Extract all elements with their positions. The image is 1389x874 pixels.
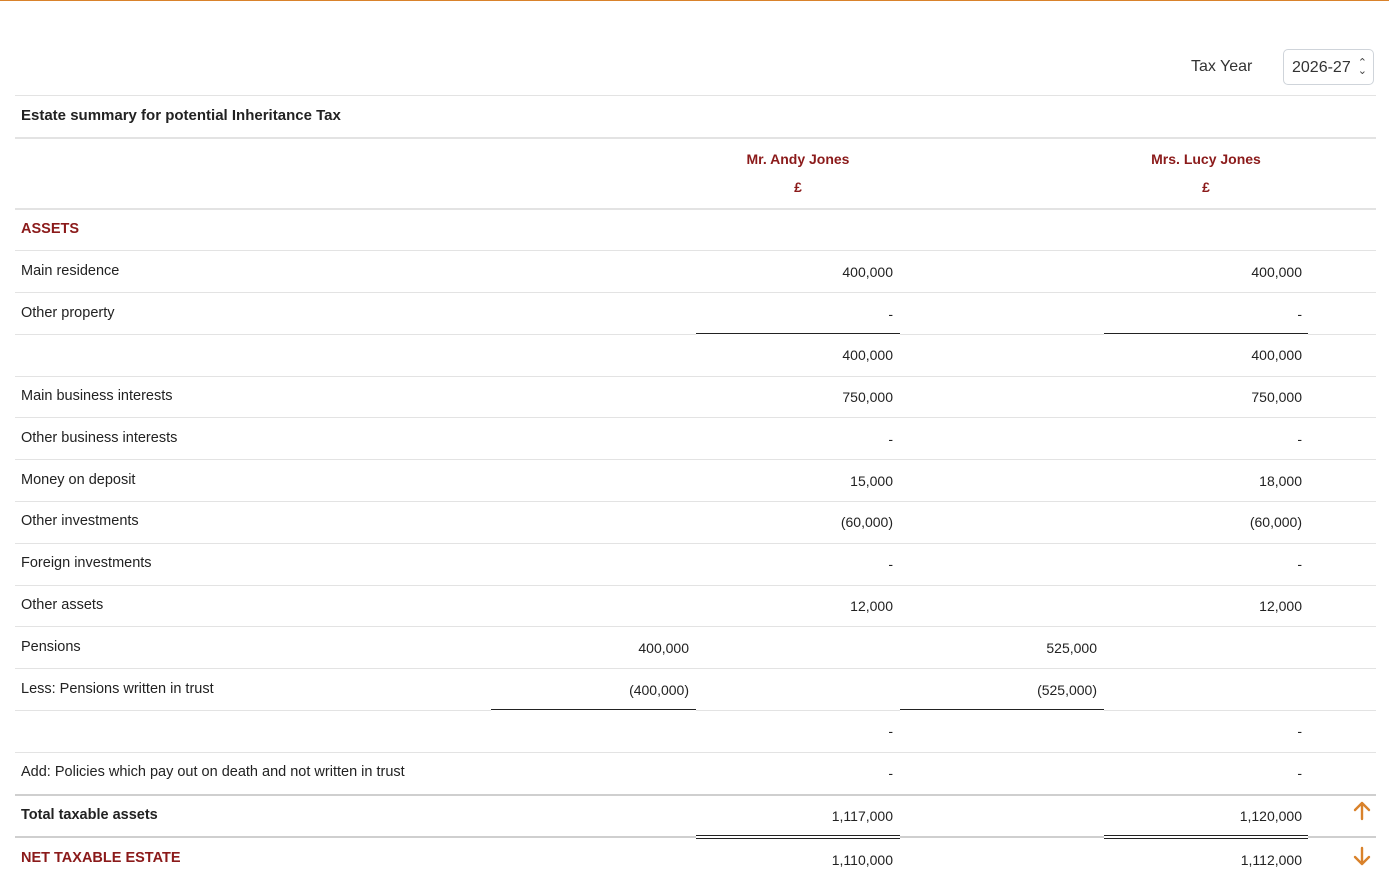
- currency-lucy: £: [1202, 179, 1210, 195]
- divider: [15, 250, 1376, 251]
- divider: [900, 836, 1104, 838]
- value-andy: -: [888, 306, 893, 322]
- row-label-main-business: Main business interests: [21, 388, 173, 404]
- chevron-updown-icon: ⌃ ⌄: [1357, 57, 1367, 77]
- value-andy-sub: 400,000: [638, 640, 689, 656]
- value-lucy: -: [1297, 765, 1302, 781]
- divider: [15, 137, 1376, 139]
- row-label-policies: Add: Policies which pay out on death and…: [21, 764, 405, 780]
- divider: [15, 417, 1376, 418]
- divider: [15, 585, 1376, 586]
- divider: [1104, 710, 1376, 711]
- divider: [15, 95, 1376, 96]
- value-lucy: 400,000: [1251, 264, 1302, 280]
- row-label-foreign-investments: Foreign investments: [21, 555, 152, 571]
- value-andy-total: 1,117,000: [831, 808, 893, 824]
- column-header-lucy: Mrs. Lucy Jones: [1151, 151, 1261, 167]
- value-lucy: -: [1297, 556, 1302, 572]
- divider: [15, 668, 1376, 669]
- value-lucy: (60,000): [1249, 514, 1302, 530]
- tax-year-value: 2026-27: [1292, 59, 1351, 76]
- divider: [1308, 836, 1376, 838]
- row-label-other-assets: Other assets: [21, 597, 104, 613]
- value-andy: -: [888, 723, 893, 739]
- divider: [15, 543, 1376, 544]
- value-andy: 400,000: [842, 264, 893, 280]
- row-label-other-property: Other property: [21, 305, 115, 321]
- value-andy: -: [888, 556, 893, 572]
- divider: [15, 208, 1376, 210]
- divider: [15, 710, 491, 711]
- value-lucy: 12,000: [1259, 598, 1302, 614]
- divider: [696, 710, 900, 711]
- value-andy: (60,000): [840, 514, 893, 530]
- divider: [15, 376, 1376, 377]
- divider: [15, 501, 1376, 502]
- divider: [15, 626, 1376, 627]
- subtotal-rule: [1104, 333, 1308, 334]
- divider: [15, 459, 1376, 460]
- divider: [15, 836, 696, 838]
- row-label-pensions-trust: Less: Pensions written in trust: [21, 681, 214, 697]
- subtotal-rule: [696, 333, 900, 334]
- value-andy: -: [888, 431, 893, 447]
- tax-year-select[interactable]: 2026-27 ⌃ ⌄: [1283, 49, 1374, 85]
- value-lucy-sub: (525,000): [1037, 682, 1097, 698]
- row-label-total-taxable: Total taxable assets: [21, 807, 158, 823]
- value-lucy: -: [1297, 431, 1302, 447]
- value-lucy: 18,000: [1259, 473, 1302, 489]
- divider: [15, 752, 1376, 753]
- divider: [15, 794, 1376, 796]
- top-accent-rule: [0, 0, 1389, 1]
- value-lucy-total: 1,120,000: [1239, 808, 1302, 824]
- arrow-up-icon[interactable]: [1352, 801, 1372, 827]
- row-label-net-estate: NET TAXABLE ESTATE: [21, 850, 181, 866]
- value-lucy: 400,000: [1251, 347, 1302, 363]
- subtotal-rule: [900, 709, 1104, 710]
- value-andy: 400,000: [842, 347, 893, 363]
- row-label-pensions: Pensions: [21, 639, 81, 655]
- row-label-other-business: Other business interests: [21, 430, 178, 446]
- divider: [900, 334, 1104, 335]
- total-double-rule: [1104, 835, 1308, 839]
- value-andy: 750,000: [842, 389, 893, 405]
- tax-year-label: Tax Year: [1191, 58, 1253, 75]
- divider: [1308, 334, 1376, 335]
- table-title: Estate summary for potential Inheritance…: [21, 107, 341, 124]
- row-label-main-residence: Main residence: [21, 263, 120, 279]
- value-andy-net: 1,110,000: [831, 852, 893, 868]
- divider: [15, 334, 696, 335]
- value-andy-sub: (400,000): [629, 682, 689, 698]
- value-lucy: -: [1297, 723, 1302, 739]
- row-label-other-investments: Other investments: [21, 513, 139, 529]
- value-lucy-sub: 525,000: [1046, 640, 1097, 656]
- currency-andy: £: [794, 179, 802, 195]
- subtotal-rule: [491, 709, 696, 710]
- value-andy: 15,000: [850, 473, 893, 489]
- row-label-money-deposit: Money on deposit: [21, 472, 136, 488]
- value-andy: 12,000: [850, 598, 893, 614]
- section-assets: ASSETS: [21, 221, 80, 237]
- divider: [15, 292, 1376, 293]
- value-lucy: -: [1297, 306, 1302, 322]
- value-andy: -: [888, 765, 893, 781]
- arrow-down-icon[interactable]: [1352, 846, 1372, 872]
- value-lucy: 750,000: [1251, 389, 1302, 405]
- total-double-rule: [696, 835, 900, 839]
- column-header-andy: Mr. Andy Jones: [746, 151, 850, 167]
- value-lucy-net: 1,112,000: [1240, 852, 1302, 868]
